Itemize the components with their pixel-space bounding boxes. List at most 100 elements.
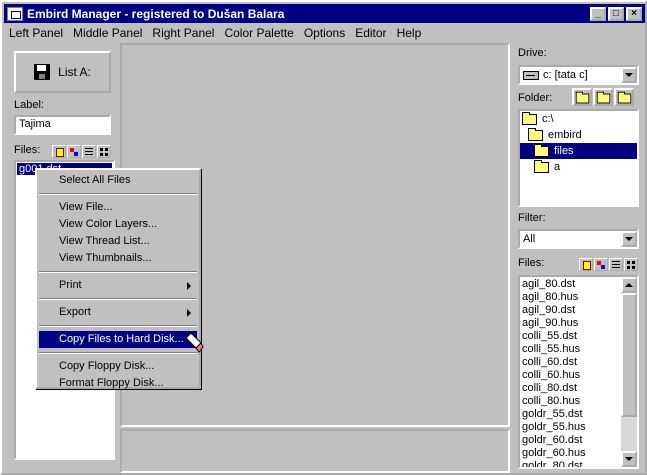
menu-print[interactable]: Print [39, 277, 197, 294]
drive-value: c: [tata c] [543, 69, 588, 81]
left-file-view-toolbar [52, 145, 111, 158]
file-list-item[interactable]: goldr_80.dst [522, 460, 622, 467]
menu-export[interactable]: Export [39, 304, 197, 321]
menu-separator [39, 325, 197, 327]
file-list-item[interactable]: agil_80.hus [522, 291, 622, 304]
new-folder-button[interactable] [572, 88, 592, 106]
color-layers-icon[interactable] [67, 145, 81, 158]
chevron-down-icon[interactable] [621, 67, 637, 83]
thread-list-icon[interactable] [609, 258, 623, 271]
menu-view-thread-list[interactable]: View Thread List... [39, 233, 197, 250]
file-list-item[interactable]: colli_55.dst [522, 330, 622, 343]
open-folder-icon [534, 143, 549, 157]
label-caption: Label: [14, 99, 44, 111]
file-list-item[interactable]: colli_60.hus [522, 369, 622, 382]
folder-item[interactable]: c:\ [520, 111, 637, 127]
folder-toolbar [572, 88, 634, 106]
menu-right-panel[interactable]: Right Panel [147, 26, 219, 40]
parent-folder-button[interactable] [614, 88, 634, 106]
filter-select[interactable]: All [518, 229, 639, 249]
menu-copy-floppy-disk[interactable]: Copy Floppy Disk... [39, 358, 197, 375]
file-list-item[interactable]: colli_80.dst [522, 382, 622, 395]
menu-separator [39, 352, 197, 354]
vertical-scrollbar[interactable] [621, 277, 637, 467]
folder-tree[interactable]: c:\ embird files a [518, 109, 639, 207]
folder-item-selected[interactable]: files [520, 143, 637, 159]
menu-select-all-files[interactable]: Select All Files [39, 172, 197, 189]
file-rows: agil_80.dst agil_80.hus agil_90.dst agil_90… [522, 278, 622, 467]
right-file-view-toolbar [579, 258, 638, 271]
file-list-item[interactable]: goldr_55.hus [522, 421, 622, 434]
floppy-disk-icon [34, 64, 51, 80]
file-list-item[interactable]: agil_90.dst [522, 304, 622, 317]
folder-item[interactable]: embird [520, 127, 637, 143]
submenu-arrow-icon [187, 309, 191, 317]
right-files-list[interactable]: agil_80.dst agil_80.hus agil_90.dst agil_90… [518, 275, 639, 469]
view-file-icon[interactable] [52, 145, 66, 158]
folder-item[interactable]: a [520, 159, 637, 175]
window-title: Embird Manager - registered to Dušan Bal… [27, 6, 285, 21]
drive-caption: Drive: [518, 47, 547, 59]
files-caption-left: Files: [14, 144, 41, 156]
menu-bar: Left Panel Middle Panel Right Panel Colo… [4, 23, 645, 42]
scroll-up-icon[interactable] [621, 277, 637, 293]
menu-options[interactable]: Options [299, 26, 350, 40]
file-list-item[interactable]: goldr_60.dst [522, 434, 622, 447]
menu-help[interactable]: Help [392, 26, 427, 40]
hard-drive-icon [523, 70, 539, 80]
file-list-item[interactable]: goldr_55.dst [522, 408, 622, 421]
list-a-label: List A: [58, 65, 91, 79]
scroll-thumb[interactable] [621, 293, 637, 417]
folder-icon [596, 91, 611, 104]
menu-format-floppy-disk[interactable]: Format Floppy Disk... [39, 375, 197, 392]
right-panel: Drive: c: [tata c] Folder: c:\ embird fi… [512, 43, 645, 473]
menu-view-file[interactable]: View File... [39, 199, 197, 216]
menu-color-palette[interactable]: Color Palette [219, 26, 298, 40]
maximize-button[interactable]: □ [608, 6, 624, 21]
thumbnails-icon[interactable] [97, 145, 111, 158]
thread-list-icon[interactable] [82, 145, 96, 158]
middle-status-area [120, 429, 510, 473]
files-caption-right: Files: [518, 257, 545, 269]
pointer-cursor-icon [185, 332, 204, 353]
menu-separator [39, 298, 197, 300]
main-window: Embird Manager - registered to Dušan Bal… [0, 0, 647, 475]
menu-separator [39, 193, 197, 195]
menu-separator [39, 271, 197, 273]
menu-middle-panel[interactable]: Middle Panel [68, 26, 147, 40]
menu-editor[interactable]: Editor [350, 26, 391, 40]
submenu-arrow-icon [187, 282, 191, 290]
up-folder-icon [617, 91, 632, 104]
open-folder-icon [522, 111, 537, 125]
scroll-down-icon[interactable] [621, 451, 637, 467]
color-layers-icon[interactable] [594, 258, 608, 271]
menu-view-color-layers[interactable]: View Color Layers... [39, 216, 197, 233]
file-list-item[interactable]: colli_80.hus [522, 395, 622, 408]
menu-left-panel[interactable]: Left Panel [4, 26, 68, 40]
menu-copy-files-to-hard-disk[interactable]: Copy Files to Hard Disk... [39, 331, 197, 348]
label-field[interactable]: Tajima [14, 115, 111, 135]
minimize-button[interactable]: _ [590, 6, 606, 21]
file-list-item[interactable]: agil_80.dst [522, 278, 622, 291]
drive-select[interactable]: c: [tata c] [518, 65, 639, 85]
filter-value: All [523, 233, 536, 245]
folder-icon [534, 159, 549, 173]
list-a-button[interactable]: List A: [14, 51, 111, 93]
open-folder-icon [528, 127, 543, 141]
new-folder-icon [575, 91, 590, 104]
filter-caption: Filter: [518, 212, 546, 224]
open-folder-button[interactable] [593, 88, 613, 106]
view-file-icon[interactable] [579, 258, 593, 271]
file-list-item[interactable]: colli_60.dst [522, 356, 622, 369]
menu-view-thumbnails[interactable]: View Thumbnails... [39, 250, 197, 267]
context-menu: Select All Files View File... View Color… [35, 168, 201, 389]
file-list-item[interactable]: colli_55.hus [522, 343, 622, 356]
folder-caption: Folder: [518, 92, 553, 104]
app-icon[interactable] [7, 6, 23, 21]
title-bar: Embird Manager - registered to Dušan Bal… [4, 4, 645, 23]
file-list-item[interactable]: goldr_60.hus [522, 447, 622, 460]
chevron-down-icon[interactable] [621, 231, 637, 247]
close-button[interactable]: × [626, 6, 642, 21]
thumbnails-icon[interactable] [624, 258, 638, 271]
file-list-item[interactable]: agil_90.hus [522, 317, 622, 330]
